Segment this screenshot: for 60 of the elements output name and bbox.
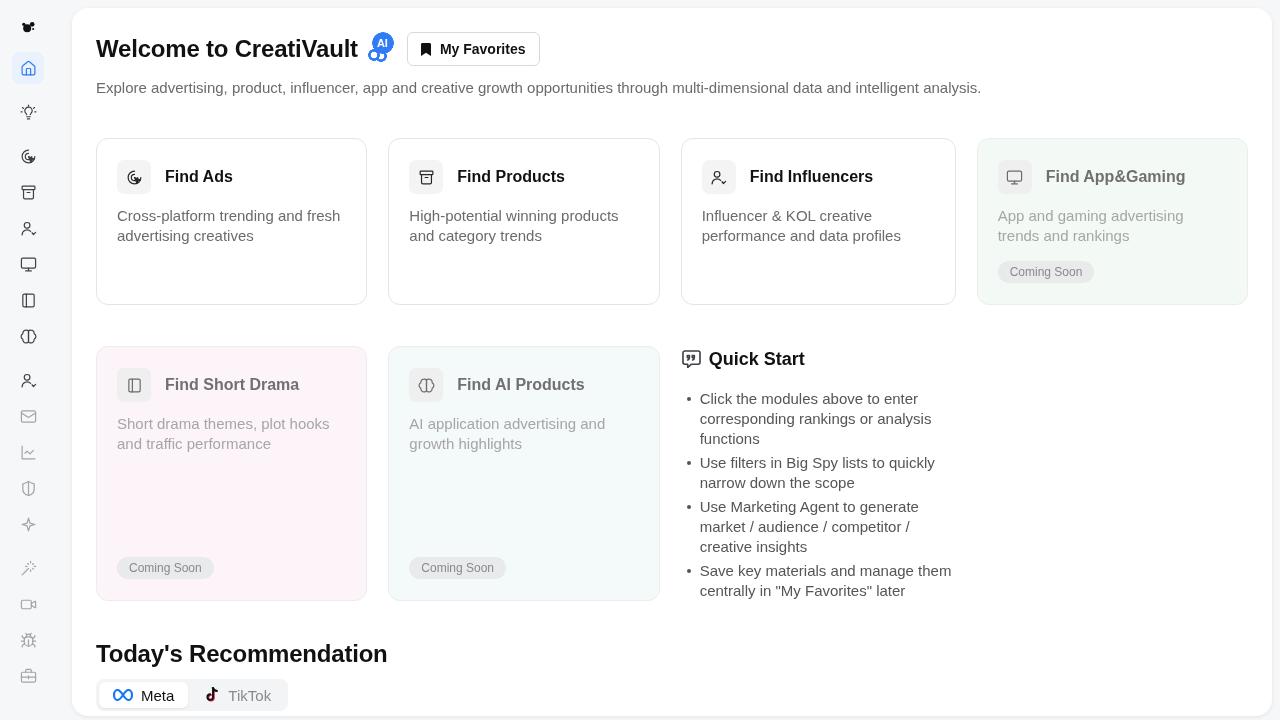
page-subtitle: Explore advertising, product, influencer, app and creative growth opportunities through multi-dimensional data and intelligent analysis. bbox=[96, 78, 983, 98]
monitor-icon bbox=[997, 160, 1032, 194]
tip-text: Use Marketing Agent to generate market / audience / competitor / creative insights bbox=[699, 497, 920, 557]
sparkle-icon bbox=[19, 515, 37, 533]
card-title: Find Products bbox=[457, 167, 565, 187]
monitor-icon bbox=[19, 255, 37, 273]
bookmark-icon bbox=[420, 42, 431, 56]
target-cursor-icon bbox=[19, 147, 37, 165]
card-description: AI application advertising and growth highlights bbox=[409, 414, 607, 454]
panel-icon bbox=[117, 368, 151, 402]
platform-tab[interactable]: Meta bbox=[99, 682, 189, 708]
home-icon bbox=[19, 59, 37, 77]
brain-icon bbox=[19, 327, 37, 345]
user-check-icon bbox=[701, 160, 736, 194]
coming-soon-badge: Coming Soon bbox=[997, 261, 1095, 283]
logo-icon[interactable] bbox=[20, 21, 36, 33]
tip-text: Save key materials and manage them centrally in "My Favorites" later bbox=[699, 561, 953, 601]
briefcase-icon bbox=[19, 667, 37, 685]
tip-text: Use filters in Big Spy lists to quickly narrow down the scope bbox=[699, 453, 936, 493]
card-title: Find Influencers bbox=[749, 167, 874, 187]
music-note-icon bbox=[206, 687, 221, 703]
page-title: Welcome to CreatiVault bbox=[96, 34, 358, 64]
section-title: Today's Recommendation bbox=[96, 639, 389, 669]
card-description: High-potential winning products and category trends bbox=[409, 206, 620, 246]
shield-icon bbox=[19, 479, 37, 497]
coming-soon-badge: Coming Soon bbox=[117, 557, 214, 579]
feature-card[interactable]: Find Influencers Influencer & KOL creative performance and data profiles bbox=[680, 138, 956, 305]
bullet-icon bbox=[686, 397, 691, 401]
quote-bubble-icon bbox=[681, 350, 701, 368]
panel-icon bbox=[19, 291, 37, 309]
ai-badge: AI bbox=[366, 32, 395, 62]
bullet-icon bbox=[686, 569, 691, 573]
archive-box-icon bbox=[409, 160, 444, 194]
section-title: Quick Start bbox=[708, 348, 805, 371]
favorites-button[interactable]: My Favorites bbox=[406, 32, 540, 66]
card-description: App and gaming advertising trends and rankings bbox=[997, 206, 1185, 246]
target-cursor-icon bbox=[117, 160, 151, 194]
magic-wand-icon bbox=[19, 559, 37, 577]
card-title: Find Short Drama bbox=[165, 375, 300, 395]
tip-text: Click the modules above to enter corresponding rankings or analysis functions bbox=[699, 389, 933, 449]
user-check-icon bbox=[19, 371, 37, 389]
card-description: Short drama themes, plot hooks and traffic performance bbox=[117, 414, 331, 454]
bullet-icon bbox=[686, 505, 691, 509]
infinity-logo-icon bbox=[113, 689, 133, 701]
user-check-icon bbox=[19, 219, 37, 237]
bug-icon bbox=[19, 631, 37, 649]
card-description: Cross-platform trending and fresh advertising creatives bbox=[117, 206, 342, 246]
coming-soon-badge: Coming Soon bbox=[409, 557, 507, 579]
card-title: Find AI Products bbox=[457, 375, 585, 395]
bullet-icon bbox=[686, 461, 691, 465]
mail-icon bbox=[19, 407, 37, 425]
card-title: Find App&Gaming bbox=[1045, 167, 1186, 187]
lightbulb-icon bbox=[19, 103, 37, 121]
card-description: Influencer & KOL creative performance and data profiles bbox=[701, 206, 902, 246]
brain-icon bbox=[409, 368, 444, 402]
feature-card[interactable]: Find Ads Cross-platform trending and fresh advertising creatives bbox=[96, 138, 368, 305]
feature-card[interactable]: Find Products High-potential winning products and category trends bbox=[388, 138, 660, 305]
card-title: Find Ads bbox=[165, 167, 233, 187]
archive-box-icon bbox=[19, 183, 37, 201]
line-chart-icon bbox=[19, 443, 37, 461]
